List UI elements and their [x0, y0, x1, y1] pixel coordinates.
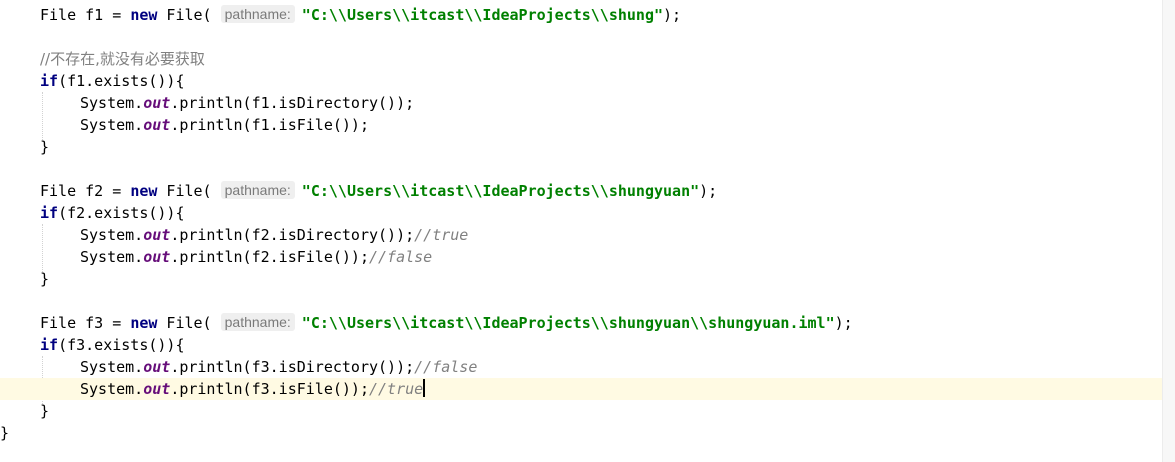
string-literal: "C:\\Users\\itcast\\IdeaProjects\\shungy…	[301, 314, 835, 332]
code-line[interactable]: }	[0, 268, 1175, 290]
code-line[interactable]: }	[0, 422, 1175, 444]
code-line[interactable]: if(f3.exists()){	[0, 334, 1175, 356]
code-editor[interactable]: File f1 = new File( pathname: "C:\\Users\…	[0, 0, 1175, 462]
comment-line[interactable]: //不存在,就没有必要获取	[0, 48, 1175, 70]
line-comment: //false	[369, 248, 433, 266]
code-line[interactable]: }	[0, 136, 1175, 158]
code-line[interactable]: System.out.println(f2.isDirectory());//t…	[0, 224, 1175, 246]
code-line[interactable]: File f2 = new File( pathname: "C:\\Users\…	[0, 180, 1175, 202]
line-comment: //false	[414, 358, 478, 376]
current-code-line[interactable]: System.out.println(f3.isFile());//true	[0, 378, 1175, 400]
code-line[interactable]: }	[0, 400, 1175, 422]
line-comment: //true	[369, 380, 424, 398]
string-literal: "C:\\Users\\itcast\\IdeaProjects\\shung"	[301, 6, 664, 24]
line-comment: //不存在,就没有必要获取	[40, 50, 205, 68]
code-line[interactable]: if(f2.exists()){	[0, 202, 1175, 224]
string-literal: "C:\\Users\\itcast\\IdeaProjects\\shungy…	[301, 182, 700, 200]
parameter-hint: pathname:	[220, 181, 295, 199]
parameter-hint: pathname:	[220, 313, 295, 331]
line-comment: //true	[414, 226, 469, 244]
code-line[interactable]: System.out.println(f1.isFile());	[0, 114, 1175, 136]
code-line[interactable]: System.out.println(f2.isFile());//false	[0, 246, 1175, 268]
code-line[interactable]: File f1 = new File( pathname: "C:\\Users\…	[0, 4, 1175, 26]
code-line[interactable]: System.out.println(f1.isDirectory());	[0, 92, 1175, 114]
parameter-hint: pathname:	[220, 5, 295, 23]
text-caret	[423, 379, 426, 397]
code-line[interactable]: if(f1.exists()){	[0, 70, 1175, 92]
code-line[interactable]: File f3 = new File( pathname: "C:\\Users\…	[0, 312, 1175, 334]
code-line[interactable]: System.out.println(f3.isDirectory());//f…	[0, 356, 1175, 378]
